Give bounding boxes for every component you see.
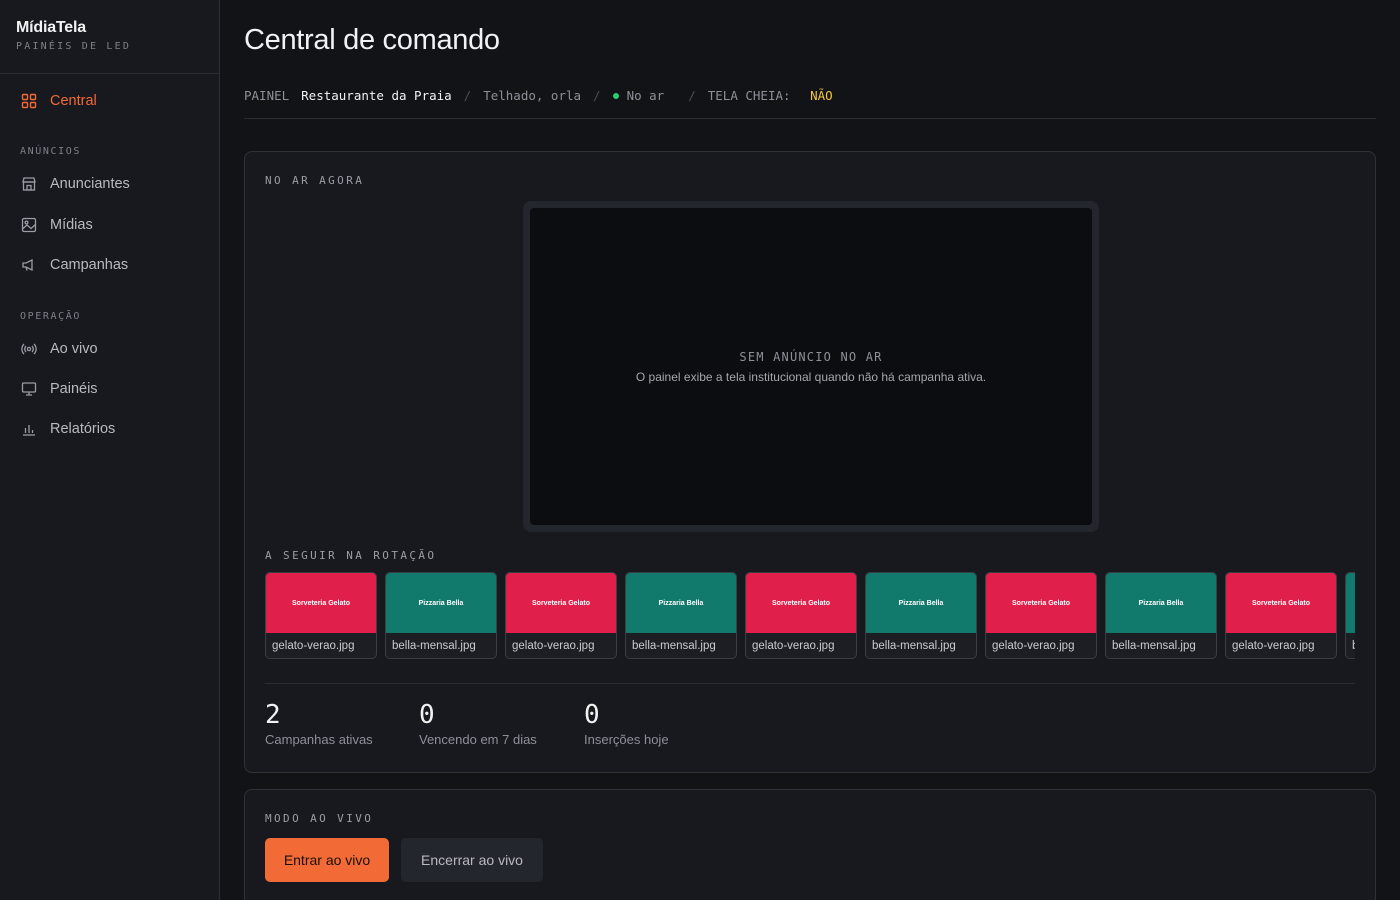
rotation-item-filename: gelato-verao.jpg [512, 640, 595, 652]
rotation-item-filename: bella-mensal.jpg [872, 640, 956, 652]
bar-chart-icon [20, 420, 38, 438]
fullscreen-indicator: TELA CHEIA: NÃO [708, 88, 845, 103]
panel-name[interactable]: Restaurante da Praia [301, 88, 452, 103]
fullscreen-label: TELA CHEIA: [707, 88, 791, 103]
live-mode-card: MODO AO VIVO Entrar ao vivo Encerrar ao … [244, 789, 1376, 900]
brand-subtitle: PAINÉIS DE LED [16, 41, 132, 52]
brand-name: MídiaTela [16, 19, 86, 36]
sidebar-item-label: Relatórios [50, 421, 116, 437]
on-air-card: NO AR AGORA SEM ANÚNCIO NO AR O painel e… [244, 151, 1376, 773]
rotation-item-thumbnail: Pizzaria Bella [626, 573, 736, 633]
rotation-item[interactable]: Sorveteria Gelato gelato-verao.jpg [745, 572, 857, 659]
rotation-item-thumbnail: Pizzaria Bella [1346, 573, 1355, 633]
stat-insertions-today: 0 Inserções hoje [584, 700, 669, 747]
brand: MídiaTela PAINÉIS DE LED [0, 0, 219, 74]
rotation-item[interactable]: Pizzaria Bella bella-mensal.jpg [865, 572, 977, 659]
rotation-item-filename: bella-mensal.jpg [632, 640, 716, 652]
empty-state-title: SEM ANÚNCIO NO AR [739, 349, 883, 364]
rotation-item[interactable]: Pizzaria Bellabella-mensal.jpg [1345, 572, 1355, 659]
sidebar-item-label: Mídias [50, 217, 93, 233]
stat-label: Campanhas ativas [265, 732, 373, 747]
monitor-icon [20, 380, 38, 398]
sidebar-item-midias[interactable]: Mídias [0, 207, 219, 243]
megaphone-icon [20, 256, 38, 274]
rotation-item-filename: bella-mensal.jpg [392, 640, 476, 652]
stat-label: Vencendo em 7 dias [419, 732, 537, 747]
section-label-ads: ANÚNCIOS [20, 146, 81, 157]
sidebar-item-anunciantes[interactable]: Anunciantes [0, 166, 219, 202]
breadcrumb-separator: / [688, 88, 696, 103]
breadcrumb: PAINEL Restaurante da Praia / Telhado, o… [244, 88, 1376, 119]
stat-value: 0 [584, 700, 600, 730]
rotation-item[interactable]: Pizzaria Bella bella-mensal.jpg [1105, 572, 1217, 659]
sidebar-item-paineis[interactable]: Painéis [0, 371, 219, 407]
rotation-item-thumbnail: Sorveteria Gelato [746, 573, 856, 633]
on-air-label: NO AR AGORA [265, 174, 365, 187]
sidebar-item-label: Anunciantes [50, 176, 130, 192]
rotation-item[interactable]: Sorveteria Gelato gelato-verao.jpg [265, 572, 377, 659]
sidebar-item-relatorios[interactable]: Relatórios [0, 411, 219, 447]
rotation-label: A SEGUIR NA ROTAÇÃO [265, 549, 437, 562]
rotation-item-filename: gelato-verao.jpg [752, 640, 835, 652]
panel-location: Telhado, orla [483, 88, 582, 103]
stat-value: 2 [265, 700, 281, 730]
rotation-item-thumbnail: Sorveteria Gelato [986, 573, 1096, 633]
panel-preview: SEM ANÚNCIO NO AR O painel exibe a tela … [523, 201, 1099, 532]
stat-value: 0 [419, 700, 435, 730]
empty-state-subtitle: O painel exibe a tela institucional quan… [635, 369, 987, 384]
rotation-strip: Sorveteria Gelato gelato-verao.jpg Pizzari… [265, 572, 1355, 660]
section-label-ops: OPERAÇÃO [20, 311, 81, 322]
rotation-item[interactable]: Sorveteria Gelato gelato-verao.jpg [505, 572, 617, 659]
sidebar-item-central[interactable]: Central [0, 83, 219, 119]
stat-active-campaigns: 2 Campanhas ativas [265, 700, 373, 747]
rotation-item-thumbnail: Pizzaria Bella [866, 573, 976, 633]
sidebar: MídiaTela PAINÉIS DE LED Central ANÚNCIO… [0, 0, 220, 900]
panel-label: PAINEL [244, 88, 290, 103]
stat-label: Inserções hoje [584, 732, 669, 747]
rotation-item-thumbnail: Sorveteria Gelato [506, 573, 616, 633]
panel-screen: SEM ANÚNCIO NO AR O painel exibe a tela … [530, 208, 1092, 525]
rotation-item[interactable]: Pizzaria Bella bella-mensal.jpg [385, 572, 497, 659]
rotation-item[interactable]: Sorveteria Gelato gelato-verao.jpg [985, 572, 1097, 659]
rotation-item-filename: bella-mensal.jpg [1112, 640, 1196, 652]
broadcast-icon [20, 340, 38, 358]
rotation-item-thumbnail: Sorveteria Gelato [1226, 573, 1336, 633]
fullscreen-value: NÃO [810, 88, 833, 103]
rotation-item-thumbnail: Pizzaria Bella [1106, 573, 1216, 633]
image-icon [20, 216, 38, 234]
rotation-item-filename: bella-mensal.jpg [1346, 633, 1355, 658]
exit-live-button[interactable]: Encerrar ao vivo [401, 838, 543, 882]
rotation-item-filename: gelato-verao.jpg [272, 640, 355, 652]
rotation-item-thumbnail: Pizzaria Bella [386, 573, 496, 633]
rotation-item[interactable]: Sorveteria Gelato gelato-verao.jpg [1225, 572, 1337, 659]
breadcrumb-separator: / [463, 88, 472, 103]
page-title: Central de comando [244, 24, 500, 56]
status-dot-icon [612, 93, 619, 99]
breadcrumb-separator: / [593, 88, 601, 103]
rotation-item-filename: gelato-verao.jpg [1232, 640, 1315, 652]
sidebar-item-label: Campanhas [50, 257, 129, 273]
sidebar-item-label: Ao vivo [50, 341, 98, 357]
store-icon [20, 175, 38, 193]
rotation-item-thumbnail: Sorveteria Gelato [266, 573, 376, 633]
rotation-item[interactable]: Pizzaria Bella bella-mensal.jpg [625, 572, 737, 659]
sidebar-item-ao-vivo[interactable]: Ao vivo [0, 331, 219, 367]
sidebar-item-campanhas[interactable]: Campanhas [0, 247, 219, 283]
enter-live-button[interactable]: Entrar ao vivo [265, 838, 389, 882]
live-mode-label: MODO AO VIVO [265, 812, 374, 825]
rotation-item-filename: gelato-verao.jpg [992, 640, 1075, 652]
sidebar-item-label: Central [50, 93, 97, 109]
status-badge: No ar [612, 88, 677, 103]
status-text: No ar [626, 88, 665, 103]
grid-icon [20, 92, 38, 110]
divider [265, 683, 1355, 684]
sidebar-item-label: Painéis [50, 381, 98, 397]
stat-expiring: 0 Vencendo em 7 dias [419, 700, 537, 747]
